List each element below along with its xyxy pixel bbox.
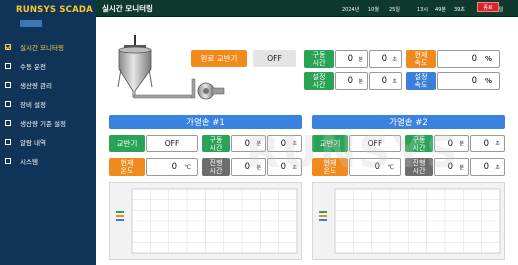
kettle-2-header: 가열솥 #2: [312, 115, 505, 129]
current-speed-field: 0 %: [437, 50, 500, 68]
checkbox-icon: [5, 158, 11, 164]
kettle-2-agitator-button[interactable]: 교반기: [312, 135, 348, 152]
sidebar-item-manual-operation[interactable]: 수동 운전: [5, 60, 46, 72]
kettle-1-run-time-minutes: 0 분: [231, 135, 266, 152]
sidebar-item-system[interactable]: 시스템: [5, 155, 38, 167]
kettle-1-run-time-seconds: 0 초: [267, 135, 302, 152]
kettle-1-agitator-state: OFF: [146, 135, 198, 152]
set-speed-field[interactable]: 0 %: [437, 72, 500, 90]
kettle-2-progress-seconds: 0 초: [470, 158, 505, 176]
checkbox-icon: [5, 139, 11, 145]
set-time-minutes-field[interactable]: 0 분: [335, 72, 368, 90]
kettle-1-temp-label: 현재 온도: [109, 158, 145, 176]
sidebar-item-label: 시스템: [20, 158, 38, 166]
sidebar-item-production-management[interactable]: 생산량 관리: [5, 79, 52, 91]
date-day: 25일: [389, 7, 400, 13]
tank-pump-diagram: [117, 35, 225, 100]
legend-swatch: [116, 211, 124, 213]
kettle-1-run-time-label: 구동 시간: [202, 135, 230, 152]
header-bar: 실시간 모니터링 2024년 10월 25일 13시 49분 39초 일 요일 …: [96, 0, 518, 17]
trend-chart-canvas: [116, 188, 298, 254]
page-title: 실시간 모니터링: [102, 4, 153, 13]
mixer-tank-icon: [117, 35, 153, 98]
kettle-1-temp-field: 0 ℃: [146, 158, 198, 176]
checkbox-icon: [5, 120, 11, 126]
raw-material-agitator-button[interactable]: 원료 교반기: [191, 50, 247, 67]
logo: [20, 20, 42, 27]
set-time-seconds-field[interactable]: 0 초: [369, 72, 402, 90]
sidebar-item-label: 장비 설정: [20, 101, 46, 109]
kettle-2-temp-label: 현재 온도: [312, 158, 348, 176]
sidebar-item-production-standard[interactable]: 생산량 기준 설정: [5, 117, 66, 129]
kettle-1-trend-chart: [109, 182, 302, 260]
current-speed-label: 현재 속도: [406, 50, 436, 68]
time-minute: 49분: [435, 7, 446, 13]
set-time-label: 설정 시간: [304, 72, 334, 90]
main-content: 원료 교반기 OFF 구동 시간 0 분 0 초 현재 속도 0 % 설정 시간 0 …: [96, 17, 518, 265]
pipe-icon: [133, 78, 196, 99]
set-speed-label: 설정 속도: [406, 72, 436, 90]
kettle-2-temp-field: 0 ℃: [349, 158, 401, 176]
checkbox-icon: [5, 101, 11, 107]
checkbox-icon: [5, 82, 11, 88]
kettle-1-progress-label: 진행 시간: [202, 158, 230, 176]
sidebar-item-label: 생산량 관리: [20, 82, 52, 90]
kettle-2-run-time-seconds: 0 초: [470, 135, 505, 152]
legend-swatch: [319, 215, 327, 217]
legend-swatch: [319, 219, 327, 221]
app-title: RUNSYS SCADA: [16, 5, 93, 15]
kettle-1-progress-minutes: 0 분: [231, 158, 266, 176]
sidebar-item-label: 생산량 기준 설정: [20, 120, 66, 128]
kettle-1-agitator-button[interactable]: 교반기: [109, 135, 145, 152]
legend-swatch: [116, 219, 124, 221]
sidebar-item-equipment-settings[interactable]: 장비 설정: [5, 98, 46, 110]
kettle-2-trend-chart: [312, 182, 505, 260]
run-time-label: 구동 시간: [304, 50, 334, 68]
sidebar-item-label: 알람 내역: [20, 139, 46, 147]
sidebar-item-label: 수동 운전: [20, 63, 46, 71]
legend-swatch: [319, 211, 327, 213]
checkbox-icon: [5, 44, 11, 50]
kettle-2-agitator-state: OFF: [349, 135, 401, 152]
pump-icon: [197, 82, 225, 100]
sidebar-item-alarm-history[interactable]: 알람 내역: [5, 136, 46, 148]
kettle-2-progress-label: 진행 시간: [405, 158, 433, 176]
kettle-1-header: 가열솥 #1: [109, 115, 302, 129]
kettle-1-progress-seconds: 0 초: [267, 158, 302, 176]
legend-swatch: [116, 215, 124, 217]
time-second: 39초: [454, 7, 465, 13]
checkbox-icon: [5, 63, 11, 69]
sidebar: RUNSYS SCADA 실시간 모니터링 수동 운전 생산량 관리 장비 설정…: [0, 0, 96, 265]
raw-material-agitator-state: OFF: [253, 50, 296, 67]
kettle-2-progress-minutes: 0 분: [434, 158, 469, 176]
trend-chart-canvas: [319, 188, 501, 254]
sidebar-item-label: 실시간 모니터링: [20, 44, 64, 52]
time-hour: 13시: [417, 7, 428, 13]
sidebar-item-realtime-monitoring[interactable]: 실시간 모니터링: [5, 41, 64, 53]
kettle-2-run-time-label: 구동 시간: [405, 135, 433, 152]
run-time-seconds-field: 0 초: [369, 50, 402, 68]
date-year: 2024년: [342, 7, 360, 13]
exit-button[interactable]: 종료: [477, 2, 499, 12]
kettle-2-run-time-minutes: 0 분: [434, 135, 469, 152]
date-month: 10월: [368, 7, 379, 13]
run-time-minutes-field: 0 분: [335, 50, 368, 68]
